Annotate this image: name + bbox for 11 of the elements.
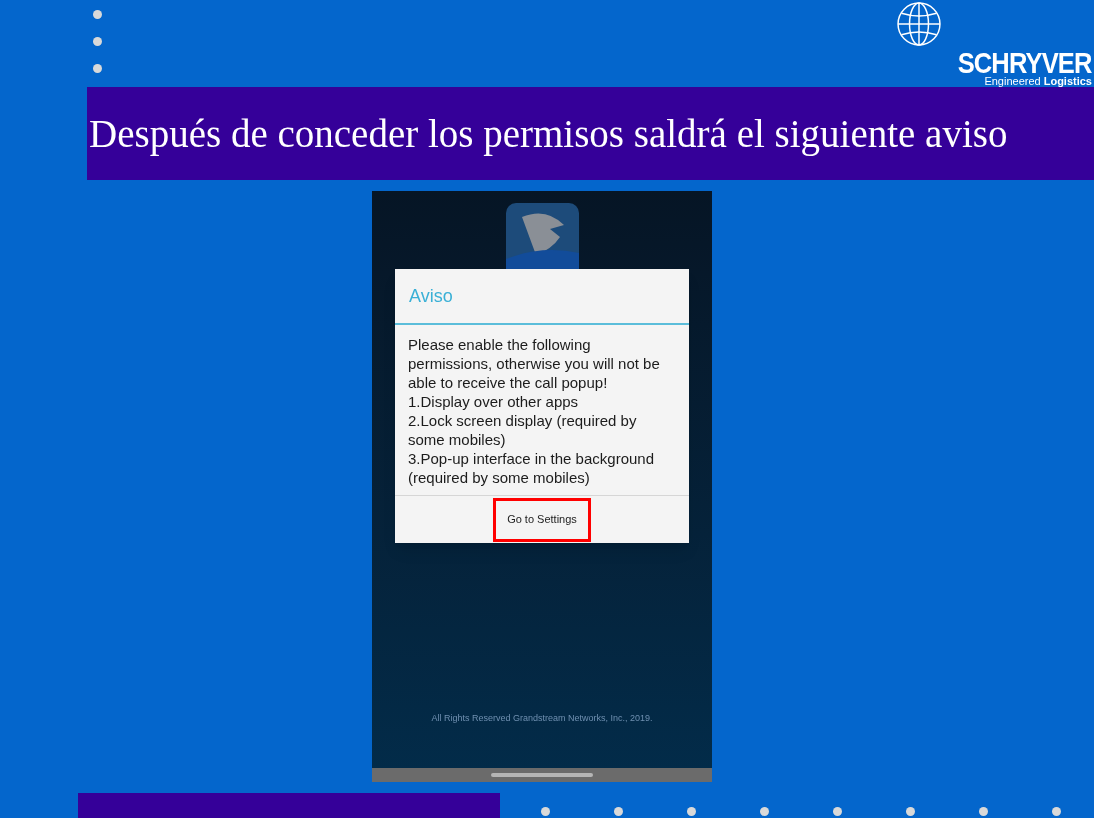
go-to-settings-button[interactable]: Go to Settings (493, 497, 591, 542)
dialog-message: Please enable the following permissions, otherwise you will not be able to receive the call popup! (408, 335, 661, 392)
copyright-text: All Rights Reserved Grandstream Networks, Inc., 2019. (431, 713, 653, 723)
dialog-message: 3.Pop-up interface in the background (required by some mobiles) (408, 449, 655, 487)
dialog-title: Aviso (409, 284, 453, 308)
logo-wordmark: SCHRYVER (958, 48, 1092, 78)
dialog-message: 1.Display over other apps (408, 392, 580, 411)
logo-tagline: Engineered Logistics (984, 76, 1092, 87)
app-icon (505, 203, 579, 269)
home-handle[interactable] (491, 773, 593, 777)
dialog-message: 2.Lock screen display (required by some mobiles) (408, 411, 638, 449)
